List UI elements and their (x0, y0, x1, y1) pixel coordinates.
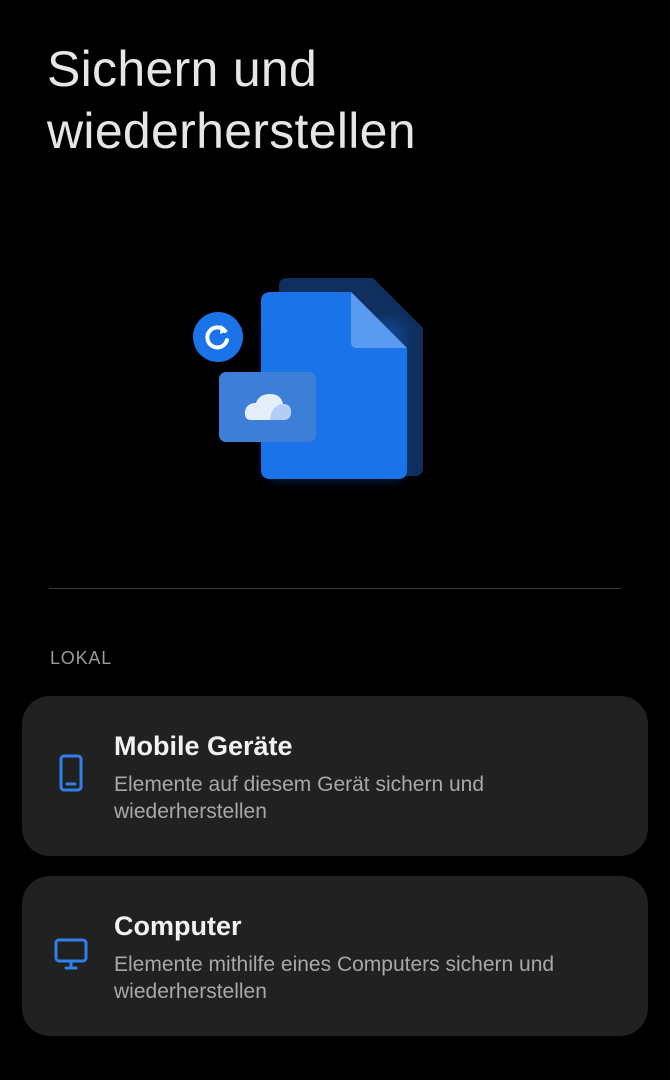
mobile-devices-description: Elemente auf diesem Gerät sichern und wi… (114, 773, 485, 823)
backup-documents-cloud-icon (193, 278, 423, 480)
computer-option[interactable]: Computer Elemente mithilfe eines Compute… (22, 876, 648, 1036)
page-title: Sichern und wiederherstellen (47, 41, 416, 159)
mobile-devices-option[interactable]: Mobile Geräte Elemente auf diesem Gerät … (22, 696, 648, 856)
backup-illustration (185, 270, 435, 500)
smartphone-icon (54, 754, 88, 794)
computer-monitor-icon (54, 934, 88, 974)
mobile-devices-title: Mobile Geräte (114, 731, 293, 761)
divider (49, 588, 621, 589)
computer-title: Computer (114, 911, 242, 941)
section-header-lokal: LOKAL (50, 648, 113, 668)
computer-description: Elemente mithilfe eines Computers sicher… (114, 953, 555, 1003)
